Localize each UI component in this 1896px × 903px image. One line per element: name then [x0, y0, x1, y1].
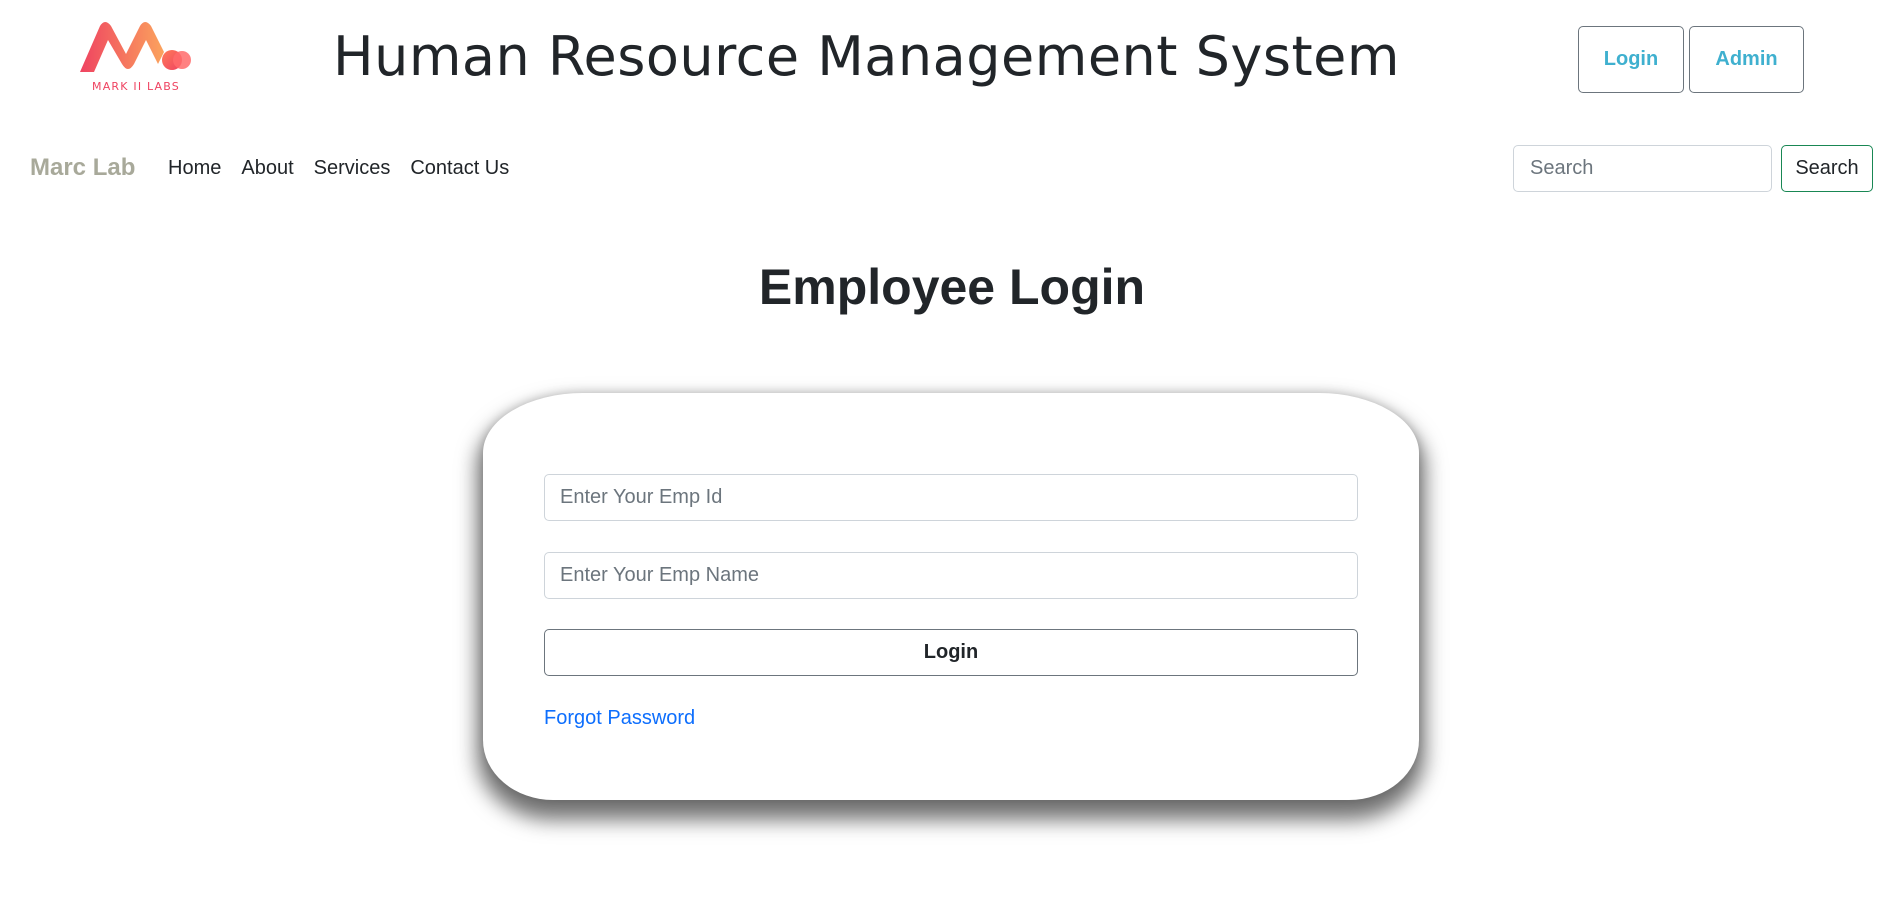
emp-id-input[interactable] — [544, 474, 1358, 521]
site-header: MARK II LABS Human Resource Management S… — [0, 0, 1896, 120]
mark-ii-labs-logo-icon[interactable]: MARK II LABS — [78, 18, 194, 98]
forgot-password-link[interactable]: Forgot Password — [544, 707, 695, 730]
nav-link-about[interactable]: About — [241, 157, 293, 180]
nav-link-contact-us[interactable]: Contact Us — [410, 157, 509, 180]
logo-text: MARK II LABS — [92, 80, 180, 93]
nav-link-services[interactable]: Services — [314, 157, 391, 180]
navbar: Marc Lab Home About Services Contact Us … — [0, 140, 1896, 200]
header-admin-button[interactable]: Admin — [1689, 26, 1804, 93]
search-input[interactable] — [1513, 145, 1772, 192]
login-button[interactable]: Login — [544, 629, 1358, 676]
site-title: Human Resource Management System — [333, 25, 1400, 88]
nav-links: Home About Services Contact Us — [168, 157, 509, 180]
page-title: Employee Login — [758, 259, 1146, 315]
navbar-brand[interactable]: Marc Lab — [30, 154, 135, 182]
login-card: Login Forgot Password — [483, 393, 1419, 800]
nav-link-home[interactable]: Home — [168, 157, 221, 180]
emp-name-input[interactable] — [544, 552, 1358, 599]
header-login-button[interactable]: Login — [1578, 26, 1684, 93]
logo-mark-icon — [80, 22, 191, 72]
search-button[interactable]: Search — [1781, 145, 1873, 192]
